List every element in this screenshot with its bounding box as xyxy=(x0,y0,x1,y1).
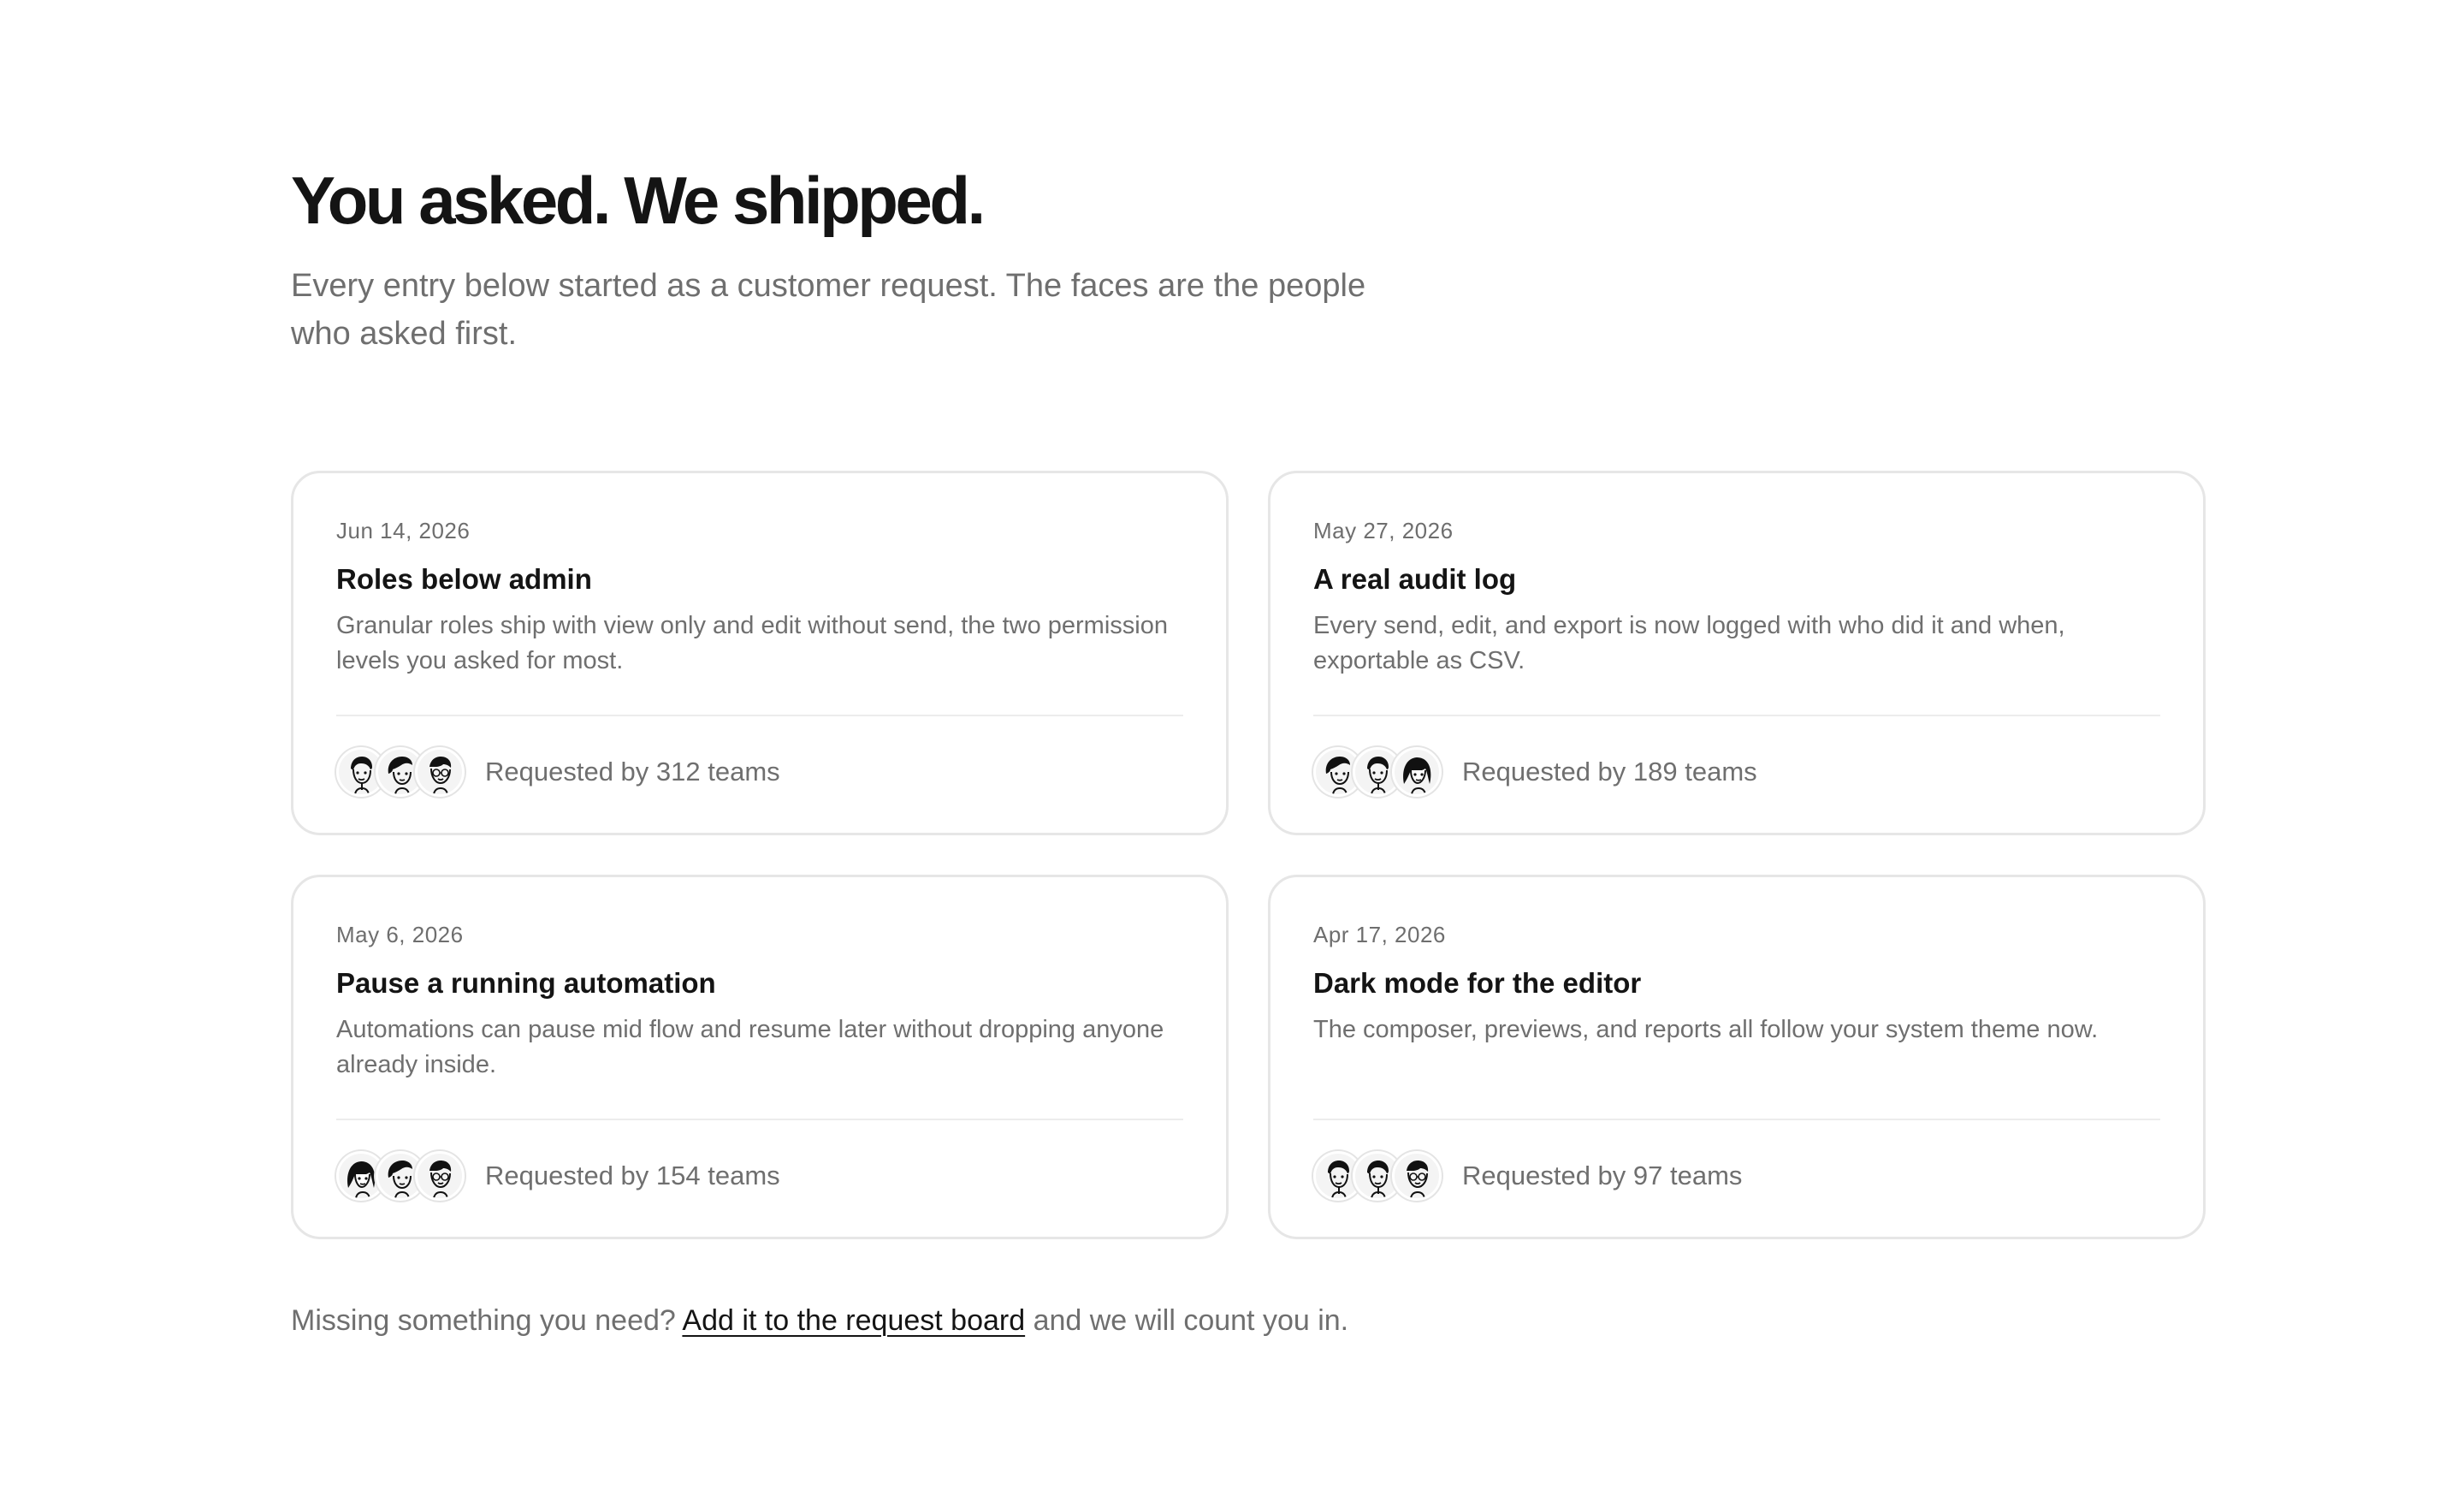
card-description: Automations can pause mid flow and resum… xyxy=(336,1016,1164,1078)
card-date: May 27, 2026 xyxy=(1313,518,1454,543)
requested-count: Requested by 154 teams xyxy=(485,1161,780,1190)
page-subtitle: Every entry below started as a customer … xyxy=(291,268,1366,352)
avatar-face-icon xyxy=(1392,747,1442,797)
changelog-card: May 27, 2026 A real audit log Every send… xyxy=(1268,471,2206,835)
avatar-face-icon xyxy=(415,747,465,797)
request-board-prompt: Missing something you need? Add it to th… xyxy=(291,1301,1348,1340)
card-title: Dark mode for the editor xyxy=(1313,967,1642,999)
avatar-stack xyxy=(336,1151,465,1201)
card-divider xyxy=(1313,1119,2160,1120)
footer-suffix: and we will count you in. xyxy=(1033,1304,1349,1337)
card-title: Roles below admin xyxy=(336,563,592,595)
avatar-face-icon xyxy=(1392,1151,1442,1201)
card-date: May 6, 2026 xyxy=(336,922,464,947)
page-title: You asked. We shipped. xyxy=(291,163,986,238)
card-footer: Requested by 154 teams xyxy=(336,1149,780,1202)
card-divider xyxy=(336,715,1183,716)
card-divider xyxy=(336,1119,1183,1120)
request-board-link[interactable]: Add it to the request board xyxy=(682,1304,1025,1337)
avatar-stack xyxy=(336,747,465,797)
requested-count: Requested by 97 teams xyxy=(1462,1161,1743,1190)
avatar-stack xyxy=(1313,1151,1442,1201)
card-date: Apr 17, 2026 xyxy=(1313,922,1446,947)
changelog-card: Apr 17, 2026 Dark mode for the editor Th… xyxy=(1268,875,2206,1239)
card-description: Granular roles ship with view only and e… xyxy=(336,612,1168,674)
footer-prefix: Missing something you need? xyxy=(291,1304,676,1337)
changelog-card: Jun 14, 2026 Roles below admin Granular … xyxy=(291,471,1229,835)
card-footer: Requested by 189 teams xyxy=(1313,745,1757,798)
changelog-card: May 6, 2026 Pause a running automation A… xyxy=(291,875,1229,1239)
card-footer: Requested by 312 teams xyxy=(336,745,780,798)
card-footer: Requested by 97 teams xyxy=(1313,1149,1742,1202)
changelog-grid: Jun 14, 2026 Roles below admin Granular … xyxy=(291,471,2206,1239)
card-title: A real audit log xyxy=(1313,563,1517,595)
requested-count: Requested by 312 teams xyxy=(485,757,780,787)
avatar-stack xyxy=(1313,747,1442,797)
requested-count: Requested by 189 teams xyxy=(1462,757,1757,787)
card-description: Every send, edit, and export is now logg… xyxy=(1313,612,2065,674)
card-date: Jun 14, 2026 xyxy=(336,518,471,543)
card-divider xyxy=(1313,715,2160,716)
card-description: The composer, previews, and reports all … xyxy=(1313,1016,2099,1043)
card-title: Pause a running automation xyxy=(336,967,716,999)
avatar-face-icon xyxy=(415,1151,465,1201)
